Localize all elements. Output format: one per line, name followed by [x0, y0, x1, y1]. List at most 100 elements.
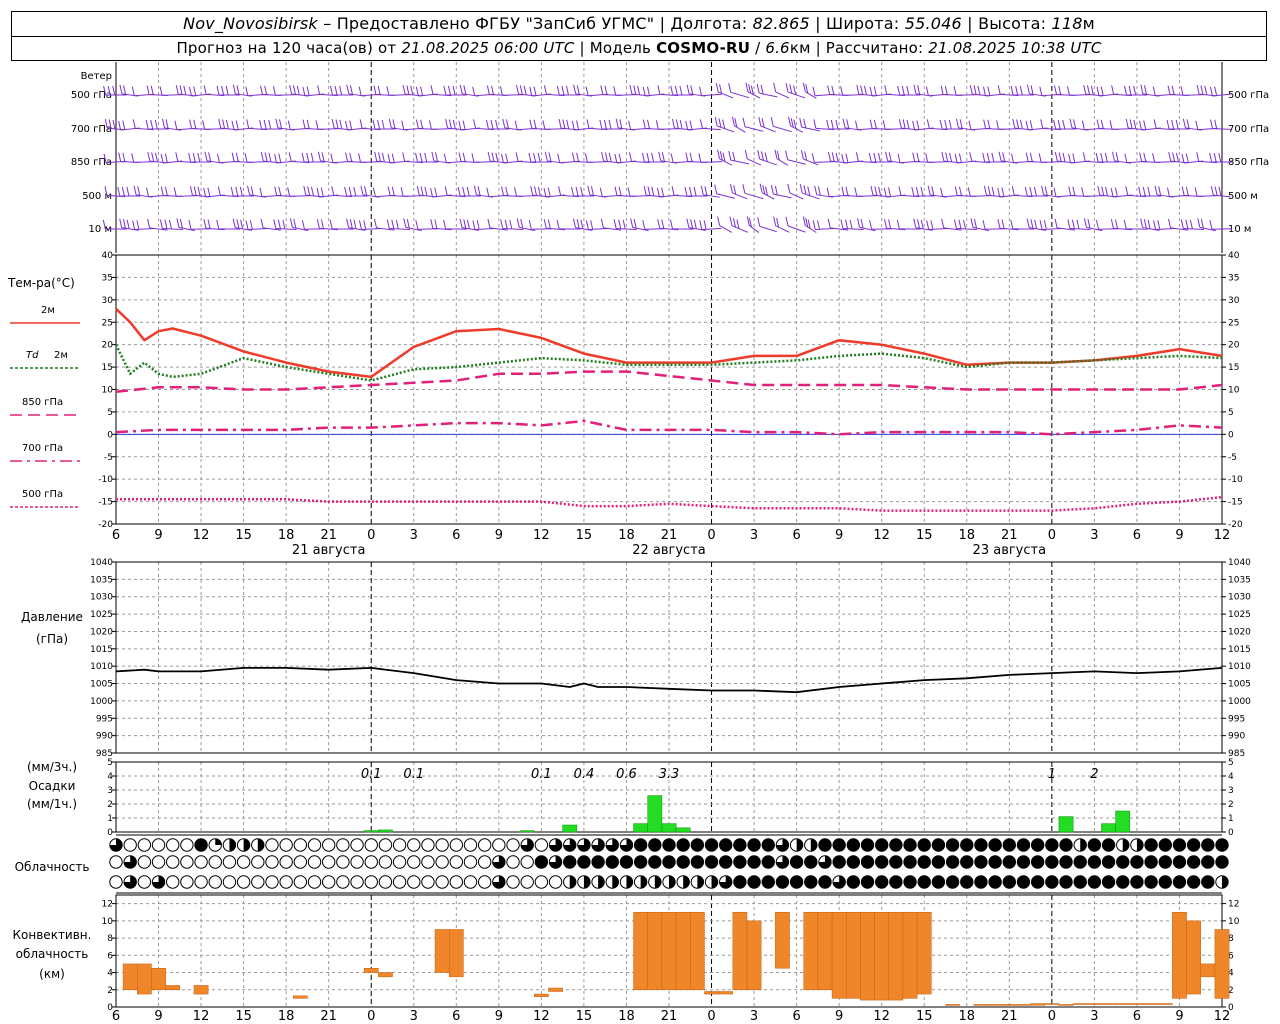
- wind-barb-feather: [147, 218, 151, 229]
- cloud-symbol: [336, 855, 350, 869]
- wind-barb-feather: [576, 120, 580, 130]
- convective-bar: [1157, 1003, 1173, 1005]
- wind-barb-feather: [840, 219, 844, 229]
- wind-barb-feather: [391, 219, 395, 229]
- cloud-symbol: [1030, 875, 1045, 889]
- wind-barb-feather: [1104, 152, 1108, 163]
- wind-barb-feather: [235, 186, 239, 197]
- wind-barb-feather: [906, 85, 910, 96]
- cloud-symbol: [974, 855, 988, 869]
- wind-barb-feather: [543, 187, 547, 198]
- wind-barb-feather: [1087, 85, 1090, 95]
- wind-barb-feather: [310, 186, 314, 196]
- convective-bar: [363, 967, 379, 973]
- wind-barb-feather: [855, 120, 858, 130]
- wind-barb-feather: [1158, 186, 1162, 196]
- wind-barb-feather: [742, 184, 746, 194]
- cloud-symbol: [194, 855, 208, 869]
- wind-barb-feather: [869, 86, 873, 97]
- wind-barb-feather: [590, 186, 594, 196]
- cloud-symbol: [804, 855, 818, 869]
- wind-barb-feather: [571, 186, 575, 197]
- wind-barb-feather: [1062, 119, 1066, 130]
- wind-barb-feather: [733, 185, 737, 195]
- wind-barb-feather: [633, 85, 637, 95]
- temp-ytick-label: 30: [1228, 296, 1240, 306]
- cloud-symbol: [846, 875, 861, 889]
- legend-label: 2м: [54, 350, 68, 361]
- prec-ytick-label: 3: [1228, 786, 1234, 796]
- wind-barb-feather: [912, 120, 916, 131]
- temp-ytick-label: 20: [1228, 341, 1240, 351]
- day-label: 23 августа: [973, 543, 1047, 558]
- wind-barb-feather: [693, 186, 697, 197]
- cloud-symbol: [392, 855, 407, 869]
- wind-barb-feather: [430, 187, 434, 198]
- wind-barb-feather: [1152, 153, 1156, 163]
- cloud-symbol: [1186, 855, 1201, 869]
- wind-barb-feather: [845, 219, 849, 229]
- pressure-panel: 985 985990 990995 9951000 10001005 10051010 10…: [21, 558, 1251, 759]
- temp-ytick-label: -15: [1228, 498, 1243, 508]
- wind-barb-feather: [877, 152, 881, 163]
- wind-barb-feather: [126, 186, 130, 197]
- wind-barb-feather: [260, 218, 264, 229]
- wind-barb-feather: [587, 185, 591, 195]
- wind-barb-feather: [1209, 86, 1213, 97]
- conv-xtick-label: 6: [792, 1009, 800, 1024]
- wind-barb-feather: [898, 118, 902, 129]
- cloud-symbol: [818, 875, 832, 889]
- wind-barb-feather: [146, 187, 150, 197]
- wind-barb-feather: [1073, 119, 1077, 129]
- cloud-symbol: [336, 838, 350, 852]
- temperature-panel: -20 -20-15 -15-10 -10-5 -50 05 510 1015 1520 2025…: [7, 251, 1243, 558]
- wind-barb-feather: [278, 153, 282, 163]
- convective-bar: [122, 963, 138, 991]
- wind-barb-feather: [1133, 85, 1137, 96]
- cloud-symbol: [279, 855, 293, 869]
- temp-xtick-label: 0: [367, 528, 375, 543]
- wind-barb-feather: [558, 186, 562, 196]
- wind-barb-feather: [245, 86, 249, 96]
- wind-barb-feather: [857, 218, 861, 228]
- wind-barb-feather: [566, 85, 569, 96]
- cloud-symbol: [194, 875, 208, 889]
- temp-xtick-label: 12: [1214, 528, 1231, 543]
- convective-bar: [1030, 1003, 1046, 1006]
- wind-barb-feather: [926, 119, 930, 129]
- cloud-symbol-fill: [243, 838, 250, 852]
- wind-barb-feather: [363, 220, 367, 230]
- wind-barb-feather: [230, 186, 234, 197]
- wind-barb-feather: [164, 219, 168, 229]
- wind-barb-feather: [402, 84, 406, 95]
- wind-barb-feather: [260, 85, 263, 95]
- wind-barb-feather: [537, 186, 541, 196]
- wind-barb-feather: [949, 152, 953, 162]
- wind-barb: [759, 225, 777, 233]
- wind-barb-feather: [316, 187, 320, 198]
- wind-barb-feather: [618, 153, 622, 163]
- temp-ytick-label: 40: [102, 251, 114, 261]
- wind-barb-feather: [192, 152, 196, 163]
- wind-barb-feather: [476, 220, 480, 230]
- cloud-symbol: [1030, 855, 1045, 869]
- conv-xtick-label: 6: [452, 1009, 460, 1024]
- wind-barb-feather: [717, 149, 721, 159]
- wind-barb-feather: [321, 152, 325, 162]
- wind-barb-feather: [573, 84, 577, 94]
- temp-xtick-label: 15: [576, 528, 593, 543]
- wind-barb: [815, 227, 835, 231]
- cloud-symbol: [1059, 855, 1073, 869]
- wind-barb-feather: [987, 119, 991, 129]
- wind-barb-feather: [556, 85, 560, 96]
- wind-barb-feather: [1090, 85, 1094, 95]
- wind-barb-feather: [1209, 152, 1213, 163]
- wind-barb-feather: [863, 85, 867, 95]
- wind-barb-feather: [232, 218, 236, 228]
- convective-bar: [292, 995, 308, 999]
- wind-barb: [759, 92, 778, 98]
- wind-barb-feather: [235, 152, 239, 162]
- wind-barb-feather: [719, 84, 723, 94]
- convective-bar: [916, 911, 932, 995]
- wind-barb-feather: [813, 119, 817, 129]
